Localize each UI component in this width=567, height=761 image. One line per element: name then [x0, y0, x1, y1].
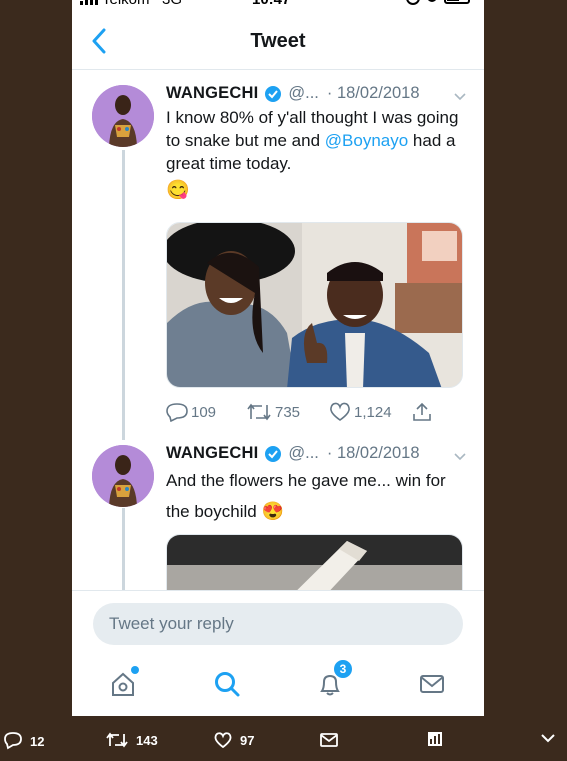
- mail-icon: [320, 733, 338, 747]
- mail-icon: [420, 675, 444, 693]
- heart-icon: [330, 402, 350, 421]
- like-button[interactable]: 1,124: [329, 402, 392, 422]
- desk-like-count: 97: [240, 732, 255, 748]
- tweet-date: · 18/02/2018: [326, 444, 420, 462]
- reply-count: 109: [191, 403, 217, 421]
- display-name[interactable]: WANGECHI: [166, 444, 258, 463]
- home-icon: [112, 672, 134, 696]
- desk-retweet-count: 143: [136, 732, 158, 748]
- reply-area: Tweet your reply 3: [72, 590, 484, 716]
- battery-icon: [444, 0, 470, 4]
- reply-icon: [166, 403, 188, 422]
- tweet-text: I know 80% of y'all thought I was going …: [166, 108, 459, 201]
- tab-home[interactable]: [106, 666, 140, 701]
- reply-icon: [4, 732, 22, 750]
- notification-badge: 3: [333, 659, 353, 679]
- tab-bar: 3: [72, 659, 484, 711]
- retweet-icon: [106, 732, 128, 748]
- desk-like-button[interactable]: 97: [214, 732, 254, 748]
- top-nav: Tweet: [72, 20, 484, 70]
- retweet-count: 735: [275, 403, 301, 421]
- tab-messages[interactable]: [415, 667, 449, 701]
- avatar[interactable]: [92, 85, 154, 147]
- search-icon: [215, 672, 240, 697]
- status-bar: Telkom 3G 10:47: [72, 0, 484, 11]
- thread-connector: [122, 508, 125, 598]
- user-handle[interactable]: @...: [288, 84, 319, 103]
- share-button[interactable]: [412, 402, 432, 422]
- signal-icon: [80, 0, 98, 5]
- chevron-down-icon[interactable]: [452, 448, 468, 464]
- tweet-date: · 18/02/2018: [326, 84, 420, 102]
- emoji-heart-eyes: 😍: [261, 501, 284, 521]
- desk-more-button[interactable]: [540, 732, 556, 744]
- desk-reply-count: 12: [30, 733, 45, 749]
- heart-icon: [214, 732, 232, 748]
- phone-screen: Telkom 3G 10:47 Tweet WANGECHI: [72, 0, 484, 716]
- thread-connector: [122, 150, 125, 440]
- desk-analytics-button[interactable]: [428, 732, 442, 746]
- location-icon: [428, 0, 436, 2]
- mention-link[interactable]: @Boynayo: [325, 131, 408, 150]
- verified-badge-icon: [264, 445, 282, 463]
- like-count: 1,124: [354, 403, 392, 421]
- user-handle[interactable]: @...: [288, 444, 319, 463]
- tab-notifications[interactable]: 3: [313, 659, 353, 701]
- retweet-icon: [247, 403, 271, 421]
- verified-badge-icon: [264, 85, 282, 103]
- desk-message-button[interactable]: [320, 732, 338, 748]
- chevron-down-icon[interactable]: [452, 88, 468, 104]
- tweet-actions: 109 735 1,124: [166, 402, 456, 426]
- tweet-text: And the flowers he gave me... win for th…: [166, 471, 446, 521]
- retweet-button[interactable]: 735: [246, 402, 300, 422]
- emoji-yum: 😋: [166, 180, 190, 201]
- desktop-actions: 12 143 97: [0, 728, 567, 761]
- display-name[interactable]: WANGECHI: [166, 84, 258, 103]
- reply-button[interactable]: 109: [166, 402, 216, 422]
- alarm-icon: [406, 0, 420, 5]
- analytics-icon: [428, 732, 442, 746]
- page-title: Tweet: [250, 30, 306, 52]
- avatar[interactable]: [92, 445, 154, 507]
- tweet-header: WANGECHI @... · 18/02/2018: [166, 444, 420, 463]
- desk-reply-button[interactable]: 12: [4, 732, 44, 750]
- tweet-header: WANGECHI @... · 18/02/2018: [166, 84, 420, 103]
- unread-dot: [131, 666, 139, 674]
- desk-retweet-button[interactable]: 143: [106, 732, 158, 748]
- clock: 10:47: [252, 0, 290, 8]
- share-icon: [413, 402, 431, 421]
- chevron-down-icon: [541, 734, 555, 743]
- reply-input[interactable]: Tweet your reply: [93, 603, 463, 645]
- tweet-photo[interactable]: [166, 222, 463, 388]
- tab-search[interactable]: [210, 667, 244, 701]
- carrier-label: Telkom 3G: [102, 0, 182, 8]
